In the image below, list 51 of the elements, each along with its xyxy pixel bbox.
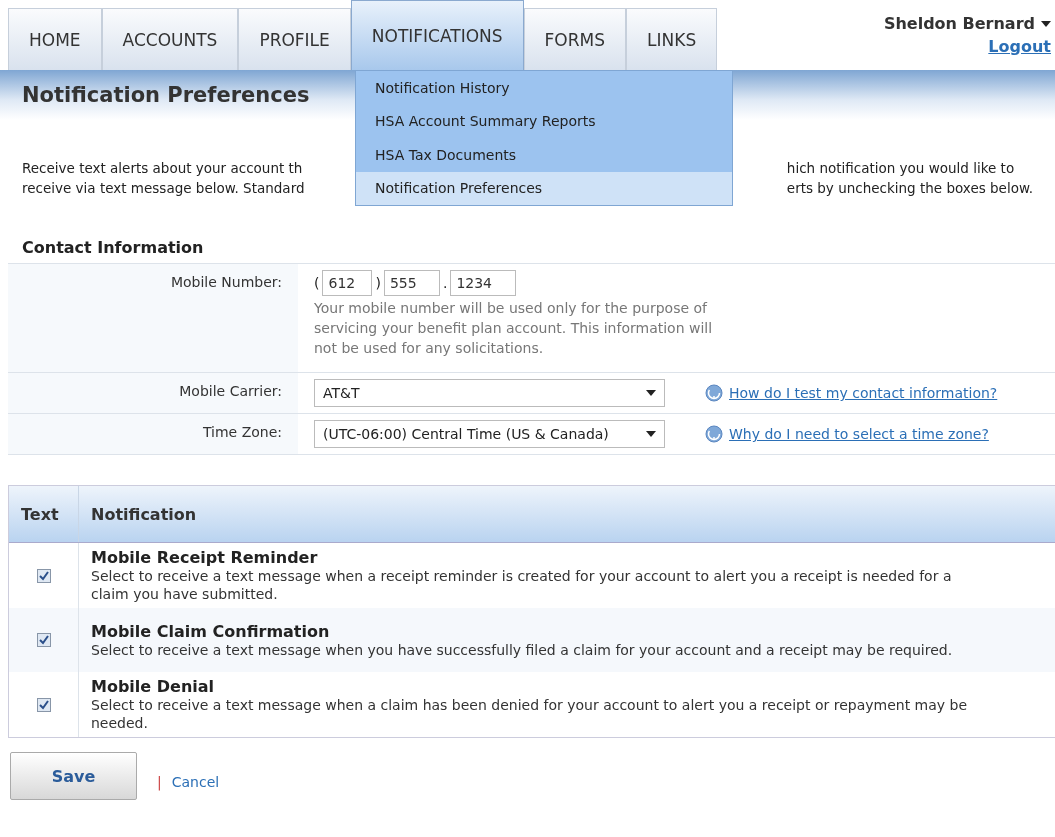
user-name[interactable]: Sheldon Bernard	[883, 14, 1035, 33]
help-icon[interactable]	[705, 425, 723, 443]
time-zone-select[interactable]: (UTC-06:00) Central Time (US & Canada)	[314, 420, 665, 448]
notification-title: Mobile Denial	[91, 677, 216, 696]
notification-description: Select to receive a text message when a claim has been denied for your account to alert you a receipt or repayment may be needed.	[91, 696, 969, 732]
separator-text: |	[157, 774, 162, 790]
field-label: Time Zone:	[8, 414, 298, 454]
checkbox[interactable]	[36, 568, 51, 583]
caret-icon[interactable]	[1041, 20, 1051, 27]
nav-tab[interactable]: ACCOUNTS	[101, 8, 239, 70]
nav-tab[interactable]: PROFILE	[238, 8, 351, 70]
help-icon[interactable]	[705, 384, 723, 402]
notification-title: Mobile Claim Confirmation	[91, 621, 331, 641]
caret-icon[interactable]	[646, 431, 656, 437]
nav-tab[interactable]: FORMS	[523, 8, 627, 70]
intro-text: receive via text message below. Standard	[22, 179, 305, 198]
carrier-select[interactable]: AT&T	[314, 379, 665, 407]
field-label: Mobile Number:	[8, 264, 298, 372]
notification-description: Select to receive a text message when a receipt reminder is created for your account to alert you a receipt is needed for a claim you have submitted.	[91, 567, 953, 603]
page-title: Notification Preferences	[22, 83, 310, 107]
notification-title: Mobile Receipt Reminder	[91, 548, 319, 567]
menu-item[interactable]: HSA Account Summary Reports	[356, 104, 732, 138]
column-header: Notification	[90, 503, 198, 526]
section-title: Contact Information	[22, 238, 205, 257]
field-label: Mobile Carrier:	[8, 373, 298, 413]
notification-description: Select to receive a text message when you have successfully filed a claim for your account and a receipt may be required.	[91, 640, 954, 659]
dot-text: .	[442, 275, 448, 291]
prefix-field[interactable]: 555	[383, 270, 440, 296]
menu-item[interactable]: HSA Tax Documents	[356, 138, 732, 172]
checkbox[interactable]	[36, 633, 51, 647]
cancel-link[interactable]: Cancel	[171, 774, 220, 790]
help-link[interactable]: Why do I need to select a time zone?	[729, 426, 989, 442]
intro-text: Receive text alerts about your account th	[22, 159, 304, 178]
caret-icon[interactable]	[646, 390, 656, 396]
mobile-note: Your mobile number will be used only for the purpose of servicing your benefit plan account. This information will not be used for any solicitations.	[314, 299, 714, 358]
logout-link[interactable]: Logout	[988, 37, 1051, 56]
menu-item[interactable]: Notification Preferences	[356, 171, 732, 205]
nav-tab[interactable]: HOME	[8, 8, 102, 70]
area-code-field[interactable]: 612	[322, 270, 373, 296]
nav-tab[interactable]: NOTIFICATIONS	[350, 0, 524, 70]
paren-text: (	[314, 275, 320, 291]
intro-text: erts by unchecking the boxes below.	[786, 179, 1033, 198]
line-number-field[interactable]: 1234	[450, 270, 517, 296]
intro-text: hich notification you would like to	[786, 159, 1016, 178]
menu-item[interactable]: Notification History	[356, 71, 732, 105]
nav-tab[interactable]: LINKS	[626, 8, 718, 70]
checkbox[interactable]	[36, 697, 51, 712]
save-button[interactable]: Save	[10, 752, 137, 800]
paren-text: )	[375, 275, 381, 291]
help-link[interactable]: How do I test my contact information?	[729, 385, 998, 401]
column-header: Text	[9, 486, 79, 542]
